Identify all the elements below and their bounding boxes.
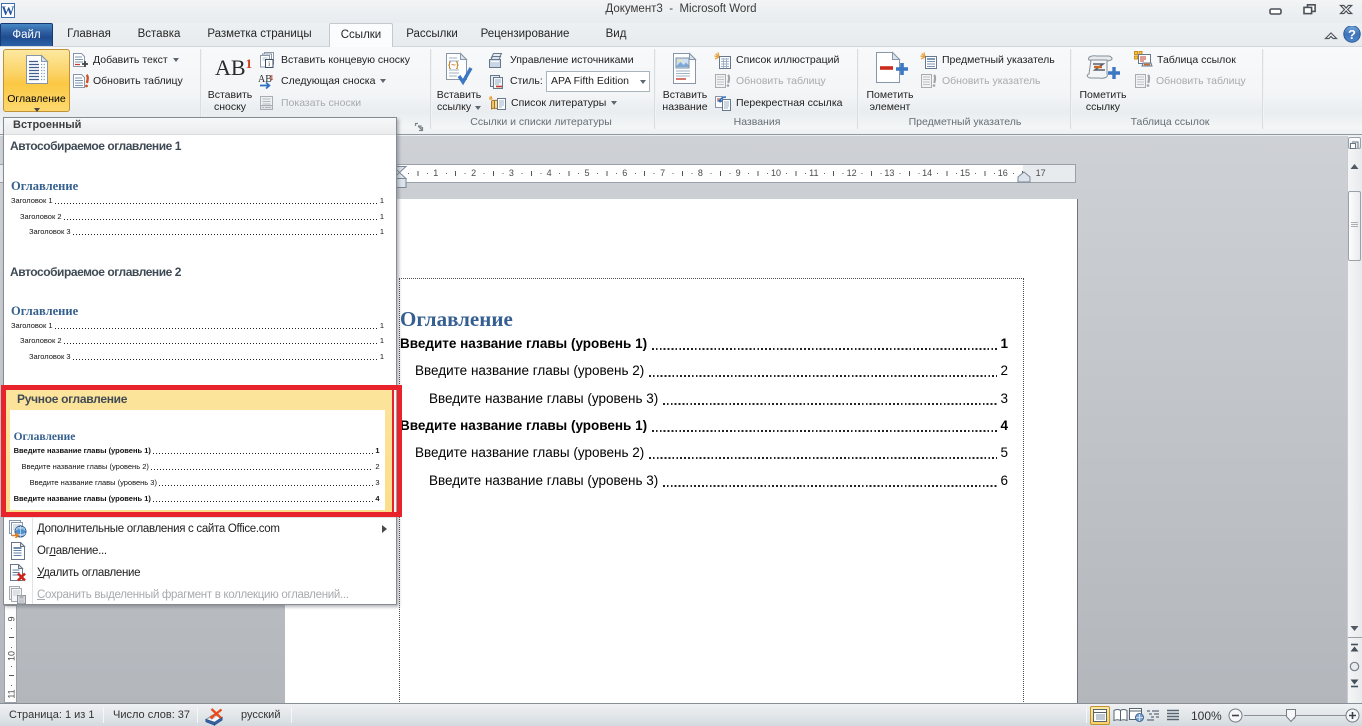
svg-text:W: W bbox=[2, 3, 15, 18]
svg-text:?: ? bbox=[1348, 27, 1356, 42]
svg-text:i: i bbox=[268, 59, 270, 68]
svg-text:{~}: {~} bbox=[448, 61, 459, 70]
svg-text:1: 1 bbox=[270, 74, 274, 82]
